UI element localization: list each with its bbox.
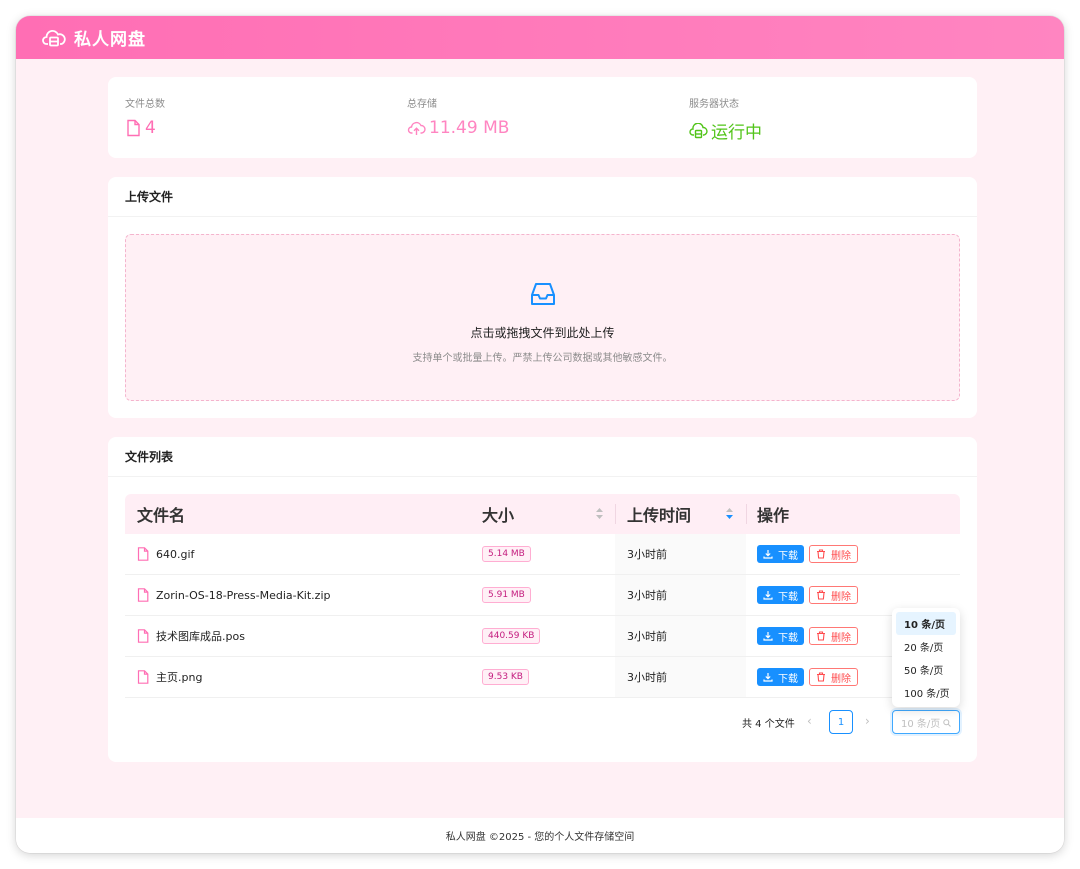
stat-server-status: 服务器状态 运行中 (689, 95, 762, 143)
app-title: 私人网盘 (74, 30, 146, 50)
prev-page-icon[interactable]: ‹ (807, 714, 812, 728)
stat-label: 服务器状态 (689, 99, 739, 110)
cloud-upload-icon (407, 121, 426, 135)
stat-value: 11.49 MB (429, 118, 510, 138)
upload-dropzone[interactable]: 点击或拖拽文件到此处上传 支持单个或批量上传。严禁上传公司数据或其他敏感文件。 (125, 234, 960, 401)
next-page-icon[interactable]: › (865, 714, 870, 728)
download-icon (763, 550, 773, 559)
file-list-card: 文件列表 文件名 大小 上传时间 操作 640.gif 5.14 MB 3小时前… (108, 437, 977, 762)
page-size-select[interactable]: 10 条/页 (892, 710, 960, 734)
download-button[interactable]: 下载 (757, 627, 804, 645)
file-icon (137, 547, 149, 561)
delete-button[interactable]: 删除 (809, 668, 858, 686)
pagination-total: 共 4 个文件 (742, 719, 795, 730)
upload-title: 上传文件 (108, 177, 977, 217)
upload-card: 上传文件 点击或拖拽文件到此处上传 支持单个或批量上传。严禁上传公司数据或其他敏… (108, 177, 977, 418)
page-size-placeholder: 10 条/页 (901, 718, 941, 730)
stat-value: 运行中 (711, 123, 762, 143)
page-item-1[interactable]: 1 (829, 710, 853, 734)
upload-main-text: 点击或拖拽文件到此处上传 (470, 326, 615, 340)
size-tag: 440.59 KB (482, 628, 541, 644)
file-icon (137, 629, 149, 643)
stat-label: 总存储 (407, 99, 437, 110)
column-ops-header: 操作 (757, 506, 790, 525)
size-sort-icon[interactable] (596, 508, 603, 519)
search-icon (943, 719, 951, 727)
file-name[interactable]: 技术图库成品.pos (156, 628, 245, 644)
file-name[interactable]: 主页.png (156, 669, 202, 685)
upload-hint: 支持单个或批量上传。严禁上传公司数据或其他敏感文件。 (412, 353, 673, 364)
table-row: Zorin-OS-18-Press-Media-Kit.zip 5.91 MB … (125, 575, 960, 616)
stats-card: 文件总数 4 总存储 11.49 MB 服务器状态 运行中 (108, 77, 977, 158)
download-button[interactable]: 下载 (757, 586, 804, 604)
cloud-logo-icon (42, 27, 66, 49)
file-name[interactable]: Zorin-OS-18-Press-Media-Kit.zip (156, 589, 331, 602)
size-tag: 5.91 MB (482, 587, 531, 603)
file-table: 文件名 大小 上传时间 操作 640.gif 5.14 MB 3小时前 下载 删… (125, 494, 960, 698)
size-tag: 9.53 KB (482, 669, 529, 685)
delete-button[interactable]: 删除 (809, 627, 858, 645)
stat-value: 4 (145, 118, 156, 138)
column-name-header: 文件名 (137, 506, 186, 525)
trash-icon (817, 672, 825, 682)
table-row: 主页.png 9.53 KB 3小时前 下载 删除 (125, 657, 960, 698)
page-size-option-50[interactable]: 50 条/页 (896, 658, 956, 681)
delete-button[interactable]: 删除 (809, 545, 858, 563)
upload-time: 3小时前 (627, 630, 667, 643)
download-icon (763, 673, 773, 682)
page-size-dropdown: 10 条/页 20 条/页 50 条/页 100 条/页 (892, 608, 960, 707)
delete-button[interactable]: 删除 (809, 586, 858, 604)
table-row: 640.gif 5.14 MB 3小时前 下载 删除 (125, 534, 960, 575)
download-icon (763, 632, 773, 641)
download-button[interactable]: 下载 (757, 668, 804, 686)
main-content: 文件总数 4 总存储 11.49 MB 服务器状态 运行中 上传文件 点击或拖拽… (108, 77, 977, 762)
stat-label: 文件总数 (125, 99, 165, 110)
app-window: 私人网盘 文件总数 4 总存储 11.49 MB 服务器状态 运行中 上传文件 … (16, 16, 1064, 853)
file-icon (137, 588, 149, 602)
stat-file-count: 文件总数 4 (125, 95, 165, 138)
footer: 私人网盘 ©2025 - 您的个人文件存储空间 (16, 818, 1064, 853)
size-tag: 5.14 MB (482, 546, 531, 562)
upload-time: 3小时前 (627, 671, 667, 684)
file-icon (137, 670, 149, 684)
upload-time: 3小时前 (627, 548, 667, 561)
stat-total-storage: 总存储 11.49 MB (407, 95, 509, 138)
table-row: 技术图库成品.pos 440.59 KB 3小时前 下载 删除 (125, 616, 960, 657)
trash-icon (817, 549, 825, 559)
trash-icon (817, 590, 825, 600)
app-header: 私人网盘 (16, 16, 1064, 59)
file-list-title: 文件列表 (108, 437, 977, 477)
pagination: 共 4 个文件 ‹ 1 › 10 条/页 (108, 710, 960, 734)
table-header: 文件名 大小 上传时间 操作 (125, 494, 960, 534)
page-size-option-20[interactable]: 20 条/页 (896, 635, 956, 658)
column-size-header[interactable]: 大小 (482, 494, 514, 534)
upload-time: 3小时前 (627, 589, 667, 602)
file-icon (127, 119, 140, 137)
time-sort-icon[interactable] (726, 508, 733, 519)
column-time-header[interactable]: 上传时间 (627, 494, 691, 534)
cloud-server-icon (689, 122, 708, 138)
page-size-option-100[interactable]: 100 条/页 (896, 681, 956, 704)
trash-icon (817, 631, 825, 641)
inbox-icon (529, 280, 557, 312)
file-name[interactable]: 640.gif (156, 548, 194, 561)
download-button[interactable]: 下载 (757, 545, 804, 563)
download-icon (763, 591, 773, 600)
page-size-option-10[interactable]: 10 条/页 (896, 612, 956, 635)
